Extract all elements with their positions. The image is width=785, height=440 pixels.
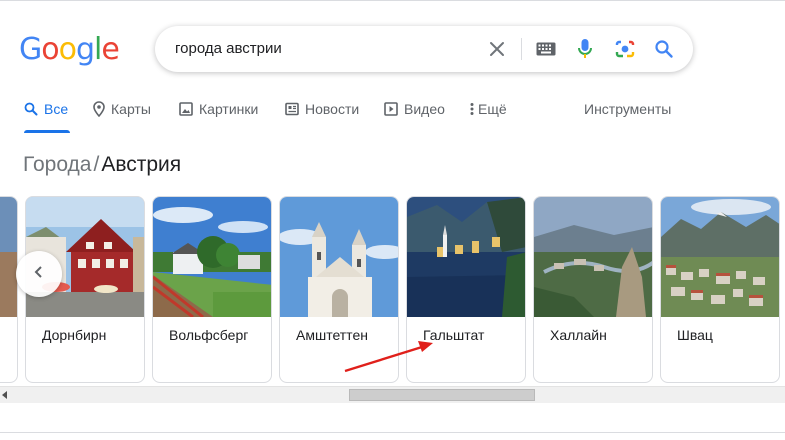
horizontal-scrollbar[interactable] bbox=[0, 386, 785, 403]
microphone-icon[interactable] bbox=[575, 26, 595, 72]
tab-images[interactable]: Картинки bbox=[179, 101, 258, 117]
city-name: Амштеттен bbox=[296, 327, 368, 343]
search-divider bbox=[521, 38, 522, 60]
city-photo bbox=[534, 197, 652, 317]
breadcrumb-separator: / bbox=[93, 153, 100, 176]
play-icon bbox=[384, 102, 398, 116]
scrollbar-thumb[interactable] bbox=[349, 389, 535, 401]
carousel-prev-button[interactable] bbox=[16, 251, 62, 297]
tab-label: Новости bbox=[305, 101, 360, 117]
city-card-partial[interactable] bbox=[0, 196, 18, 383]
breadcrumb-current: Австрия bbox=[101, 153, 182, 176]
cities-carousel: Дорнбирн Вольфсберг Амштеттен Гальштат Х… bbox=[0, 196, 785, 386]
tab-more[interactable]: Ещё bbox=[470, 101, 507, 117]
tab-label: Картинки bbox=[199, 101, 259, 117]
tab-label: Все bbox=[44, 101, 69, 117]
news-icon bbox=[285, 102, 299, 116]
city-photo bbox=[153, 197, 271, 317]
tab-label: Карты bbox=[111, 101, 151, 117]
search-box[interactable]: города австрии bbox=[155, 26, 693, 72]
tab-label: Ещё bbox=[478, 101, 507, 117]
city-photo bbox=[661, 197, 779, 317]
search-icon[interactable] bbox=[653, 26, 675, 72]
keyboard-icon[interactable] bbox=[535, 26, 557, 72]
search-tabs: Все Карты Картинки Новости Видео Ещё Инс… bbox=[0, 92, 785, 133]
chevron-left-icon bbox=[33, 265, 45, 284]
city-photo bbox=[280, 197, 398, 317]
tools-label: Инструменты bbox=[584, 101, 672, 117]
tools-button[interactable]: Инструменты bbox=[584, 101, 671, 117]
city-card-hallein[interactable]: Халлайн bbox=[533, 196, 653, 383]
tab-video[interactable]: Видео bbox=[384, 101, 445, 117]
breadcrumb-parent[interactable]: Города bbox=[23, 153, 91, 176]
city-name: Дорнбирн bbox=[42, 327, 107, 343]
active-tab-indicator bbox=[24, 130, 70, 133]
map-pin-icon bbox=[93, 101, 105, 117]
breadcrumb: Города/Австрия bbox=[23, 153, 181, 177]
search-input[interactable]: города австрии bbox=[175, 40, 282, 57]
google-logo[interactable]: Google bbox=[19, 32, 120, 68]
top-divider bbox=[0, 0, 785, 1]
city-name: Вольфсберг bbox=[169, 327, 249, 343]
city-name: Халлайн bbox=[550, 327, 607, 343]
tab-news[interactable]: Новости bbox=[285, 101, 359, 117]
tab-label: Видео bbox=[404, 101, 445, 117]
city-photo bbox=[407, 197, 525, 317]
image-icon bbox=[179, 102, 193, 116]
more-vert-icon bbox=[470, 102, 474, 116]
tab-maps[interactable]: Карты bbox=[93, 101, 151, 117]
city-card-schwaz[interactable]: Швац bbox=[660, 196, 780, 383]
city-name: Гальштат bbox=[423, 327, 485, 343]
scroll-left-arrow-icon[interactable] bbox=[0, 387, 10, 403]
close-icon[interactable] bbox=[485, 26, 509, 72]
city-photo bbox=[0, 197, 17, 317]
city-card-wolfsberg[interactable]: Вольфсберг bbox=[152, 196, 272, 383]
bottom-divider bbox=[0, 432, 785, 433]
city-card-amstetten[interactable]: Амштеттен bbox=[279, 196, 399, 383]
search-icon bbox=[24, 102, 38, 116]
tab-all[interactable]: Все bbox=[24, 101, 68, 117]
city-card-hallstatt[interactable]: Гальштат bbox=[406, 196, 526, 383]
city-name: Швац bbox=[677, 327, 713, 343]
camera-lens-icon[interactable] bbox=[613, 26, 637, 72]
